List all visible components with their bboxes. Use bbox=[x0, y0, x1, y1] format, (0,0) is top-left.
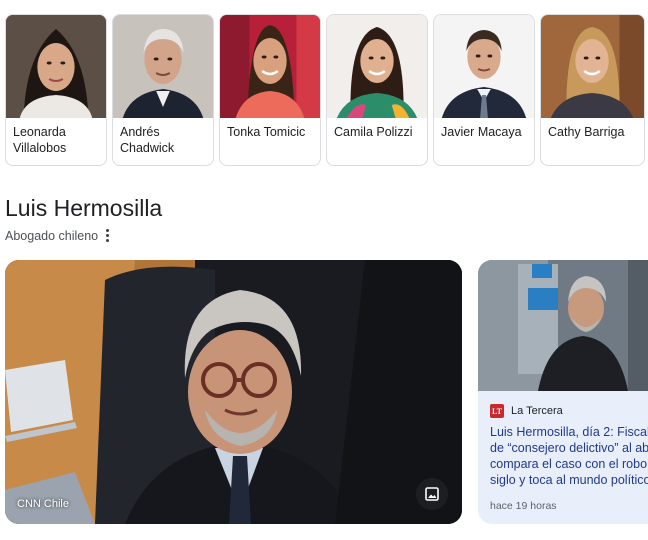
news-source-name: La Tercera bbox=[511, 405, 563, 417]
person-name: Leonarda Villalobos bbox=[13, 125, 67, 155]
person-name: Camila Polizzi bbox=[334, 125, 413, 139]
person-name: Andrés Chadwick bbox=[120, 125, 175, 155]
image-icon[interactable] bbox=[416, 478, 448, 510]
person-photo bbox=[327, 15, 427, 118]
image-source-label: CNN Chile bbox=[17, 498, 69, 510]
person-card-tonka-tomicic[interactable]: Tonka Tomicic bbox=[219, 14, 321, 166]
person-name: Tonka Tomicic bbox=[227, 125, 306, 139]
person-name: Cathy Barriga bbox=[548, 125, 625, 139]
person-name: Javier Macaya bbox=[441, 125, 522, 139]
person-card-leonarda-villalobos[interactable]: Leonarda Villalobos bbox=[5, 14, 107, 166]
person-photo bbox=[6, 15, 106, 118]
person-photo bbox=[220, 15, 320, 118]
news-source: LT La Tercera bbox=[490, 404, 563, 418]
person-photo bbox=[434, 15, 534, 118]
person-photo bbox=[541, 15, 644, 118]
more-vert-icon[interactable] bbox=[100, 226, 114, 244]
news-photo bbox=[478, 260, 648, 391]
person-card-camila-polizzi[interactable]: Camila Polizzi bbox=[326, 14, 428, 166]
main-photo bbox=[5, 260, 462, 524]
main-image[interactable]: CNN Chile bbox=[5, 260, 462, 524]
news-headline[interactable]: Luis Hermosilla, día 2: Fiscalía de “con… bbox=[490, 424, 648, 488]
entity-subtitle: Abogado chileno bbox=[5, 229, 99, 243]
news-card[interactable]: LT La Tercera Luis Hermosilla, día 2: Fi… bbox=[478, 260, 648, 524]
person-card-javier-macaya[interactable]: Javier Macaya bbox=[433, 14, 535, 166]
person-card-cathy-barriga[interactable]: Cathy Barriga bbox=[540, 14, 645, 166]
person-card-andres-chadwick[interactable]: Andrés Chadwick bbox=[112, 14, 214, 166]
person-photo bbox=[113, 15, 213, 118]
people-also-search-carousel: Leonarda Villalobos Andrés Chadwick Tonk… bbox=[5, 14, 648, 166]
la-tercera-logo-icon: LT bbox=[490, 404, 504, 418]
entity-title: Luis Hermosilla bbox=[5, 195, 163, 221]
news-timestamp: hace 19 horas bbox=[490, 500, 557, 512]
